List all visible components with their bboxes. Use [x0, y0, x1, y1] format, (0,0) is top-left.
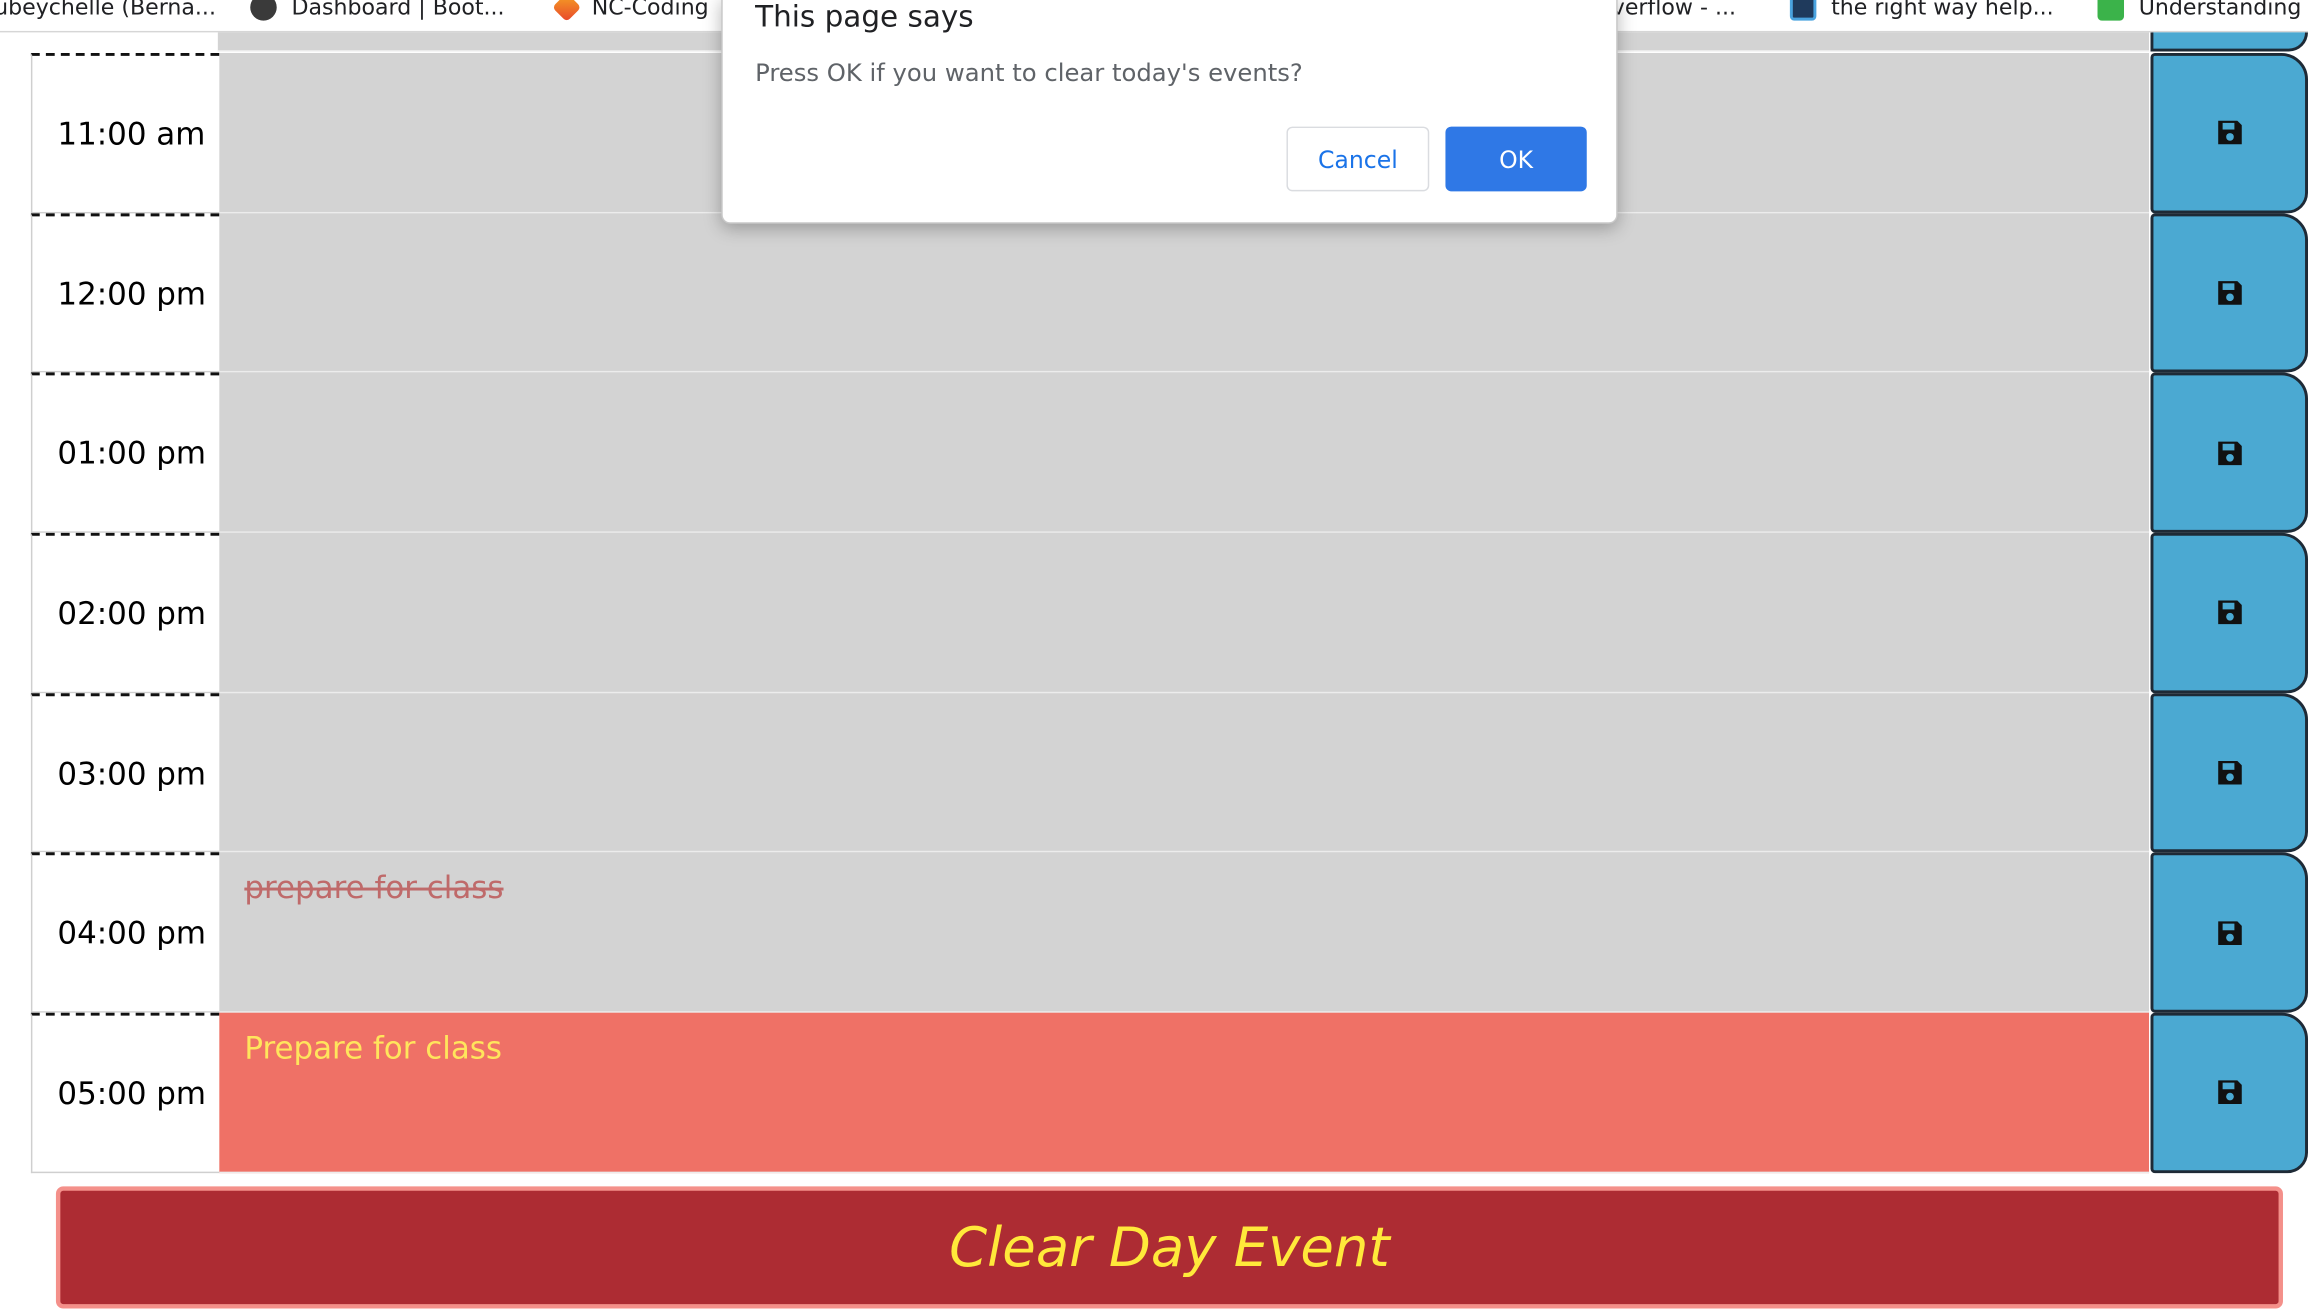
event-textarea[interactable] [219, 212, 2150, 373]
save-button[interactable] [2150, 212, 2308, 373]
clear-day-label: Clear Day Event [949, 1215, 1390, 1280]
save-button[interactable] [2150, 1012, 2308, 1173]
bookmark-item[interactable]: Understanding [2097, 0, 2302, 24]
save-button[interactable] [2150, 852, 2308, 1013]
floppy-disk-icon [2217, 281, 2242, 305]
hour-label: 11:00 am [30, 52, 220, 213]
event-textarea[interactable] [219, 692, 2150, 853]
time-block-row: 03:00 pm [30, 692, 2308, 853]
bookmark-label: the right way help... [1831, 0, 2054, 21]
floppy-disk-icon [2217, 441, 2242, 465]
event-textarea[interactable] [219, 372, 2150, 533]
clear-day-button[interactable]: Clear Day Event [55, 1186, 2283, 1309]
floppy-disk-icon [2217, 761, 2242, 785]
dialog-title: This page says [755, 0, 974, 34]
bookmark-item[interactable]: ubeychelle (Berna... [0, 0, 216, 24]
floppy-disk-icon [2217, 121, 2242, 145]
save-button[interactable] [2150, 372, 2308, 533]
event-text: Prepare for class [244, 1030, 503, 1066]
save-button[interactable] [2150, 32, 2308, 52]
time-block-row: 12:00 pm [30, 212, 2308, 373]
hour-label: 01:00 pm [30, 372, 220, 533]
hour-label: 04:00 pm [30, 852, 220, 1013]
event-textarea[interactable]: prepare for class [219, 852, 2150, 1013]
floppy-disk-icon [2217, 1081, 2242, 1105]
bookmark-label: Dashboard | Boot... [291, 0, 505, 21]
github-icon [250, 0, 277, 21]
save-button[interactable] [2150, 52, 2308, 213]
save-button[interactable] [2150, 692, 2308, 853]
confirm-dialog: This page says Press OK if you want to c… [721, 0, 1618, 224]
bookmark-favicon [2097, 0, 2125, 21]
bookmark-label: NC-Coding [591, 0, 709, 21]
hour-label: 05:00 pm [30, 1012, 220, 1173]
dialog-message: Press OK if you want to clear today's ev… [755, 58, 1303, 87]
event-textarea[interactable] [219, 532, 2150, 693]
save-button[interactable] [2150, 532, 2308, 693]
time-block-row: 02:00 pm [30, 532, 2308, 693]
bookmark-item[interactable]: Dashboard | Boot... [250, 0, 505, 24]
bookmark-item[interactable]: verflow - ... [1612, 0, 1736, 24]
time-block-row: 04:00 pm prepare for class [30, 852, 2308, 1013]
bookmark-item[interactable]: NC-Coding [552, 0, 709, 24]
floppy-disk-icon [2217, 921, 2242, 945]
time-block-row: 05:00 pm Prepare for class [30, 1012, 2308, 1173]
bookmark-item[interactable]: the right way help... [1789, 0, 2054, 24]
page: ubeychelle (Berna... Dashboard | Boot...… [0, 0, 2308, 1314]
bookmark-label: verflow - ... [1611, 0, 1737, 21]
time-block-row: 01:00 pm [30, 372, 2308, 533]
bookmark-label: Understanding [2138, 0, 2302, 21]
hour-label: 12:00 pm [30, 212, 220, 373]
cancel-button[interactable]: Cancel [1286, 126, 1430, 192]
hour-label: 03:00 pm [30, 692, 220, 853]
floppy-disk-icon [2217, 601, 2242, 625]
ok-button[interactable]: OK [1445, 126, 1587, 192]
bookmark-favicon [1789, 0, 1817, 21]
codepen-icon [552, 0, 582, 22]
hour-label: 02:00 pm [30, 532, 220, 693]
event-text: prepare for class [244, 870, 504, 906]
event-textarea[interactable]: Prepare for class [219, 1012, 2150, 1173]
bookmark-label: ubeychelle (Berna... [0, 0, 216, 21]
